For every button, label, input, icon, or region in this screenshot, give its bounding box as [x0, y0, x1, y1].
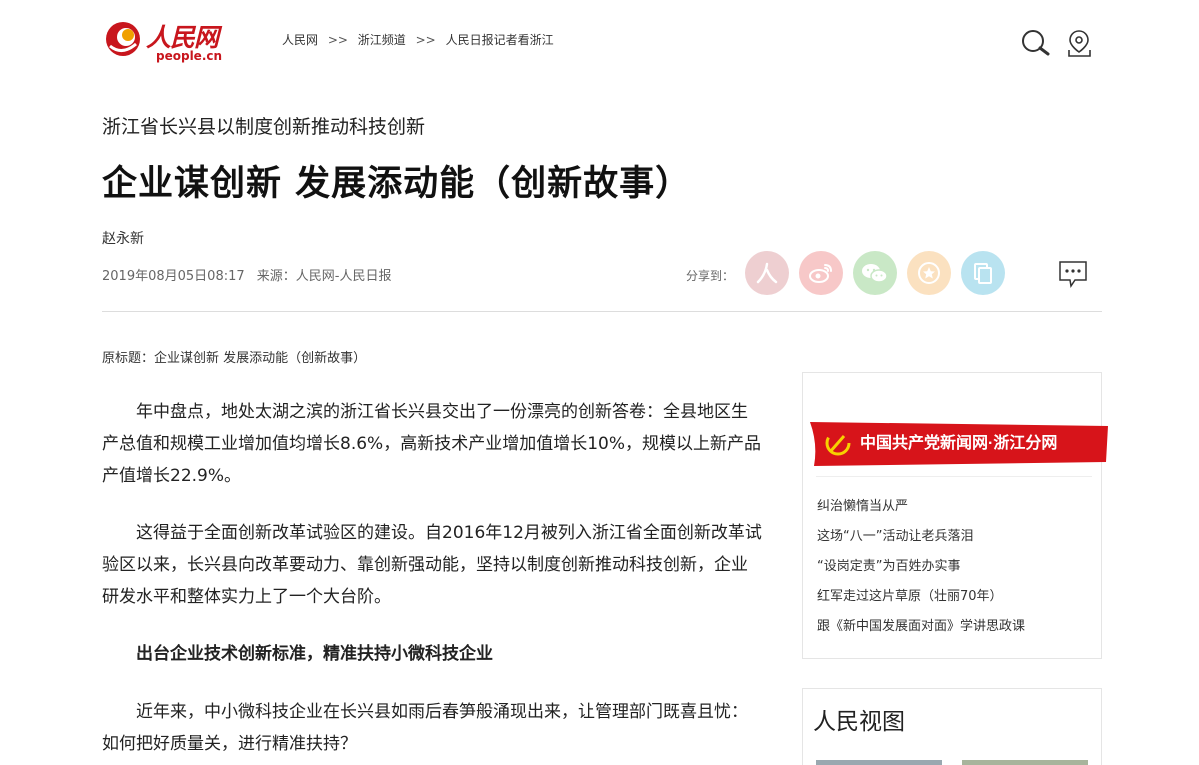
- article-author: 赵永新: [102, 231, 144, 247]
- original-title: 原标题：企业谋创新 发展添动能（创新故事）: [102, 351, 367, 366]
- breadcrumb-item-reporter[interactable]: 人民日报记者看浙江: [446, 31, 554, 48]
- breadcrumb-item-zhejiang[interactable]: 浙江频道: [358, 31, 406, 48]
- header: 人民网 people.cn 人民网 >> 浙江频道 >> 人民日报记者看浙江: [0, 0, 1199, 80]
- photo-thumbnail[interactable]: [962, 760, 1088, 765]
- logo-text-en: people.cn: [156, 49, 223, 63]
- sidebar-link[interactable]: 纠治懒惰当从严: [817, 497, 1025, 527]
- article-meta: 2019年08月05日08:17 来源：人民网-人民日报: [102, 265, 399, 284]
- sidebar-divider: [816, 476, 1092, 477]
- article-subtitle: 浙江省长兴县以制度创新推动科技创新: [102, 116, 426, 138]
- share-favorite-button[interactable]: [907, 251, 951, 295]
- article-paragraph: 这得益于全面创新改革试验区的建设。自2016年12月被列入浙江省全面创新改革试验…: [102, 523, 762, 607]
- sidebar-link[interactable]: 红军走过这片草原（壮丽70年）: [817, 587, 1025, 617]
- location-icon[interactable]: [1066, 28, 1096, 58]
- search-icon[interactable]: [1020, 28, 1050, 58]
- share-weibo-button[interactable]: [799, 251, 843, 295]
- breadcrumb-item-people[interactable]: 人民网: [282, 31, 318, 48]
- article-paragraph: 近年来，中小微科技企业在长兴县如雨后春笋般涌现出来，让管理部门既喜且忧：如何把好…: [102, 702, 748, 754]
- comment-icon[interactable]: [1058, 260, 1088, 288]
- article-section-heading: 出台企业技术创新标准，精准扶持小微科技企业: [136, 644, 493, 664]
- sidebar-link-list: 纠治懒惰当从严 这场“八一”活动让老兵落泪 “设岗定责”为百姓办实事 红军走过这…: [817, 497, 1025, 647]
- article-title: 企业谋创新 发展添动能（创新故事）: [102, 164, 692, 204]
- article-source[interactable]: 来源：人民网-人民日报: [257, 269, 392, 284]
- party-news-banner[interactable]: 中国共产党新闻网·浙江分网: [808, 416, 1108, 470]
- weibo-icon: [809, 264, 832, 283]
- people-icon: [756, 262, 778, 284]
- breadcrumb-separator: >>: [415, 33, 436, 47]
- sidebar-link[interactable]: “设岗定责”为百姓办实事: [817, 557, 1025, 587]
- header-divider: [102, 311, 1102, 312]
- sidebar-photo-title: 人民视图: [813, 709, 905, 735]
- sidebar-link[interactable]: 这场“八一”活动让老兵落泪: [817, 527, 1025, 557]
- article-datetime: 2019年08月05日08:17: [102, 269, 245, 284]
- star-icon: [918, 262, 940, 284]
- logo-mark-icon: [106, 22, 140, 56]
- share-people-button[interactable]: [745, 251, 789, 295]
- breadcrumb: 人民网 >> 浙江频道 >> 人民日报记者看浙江: [282, 31, 554, 48]
- share-label: 分享到：: [686, 269, 735, 283]
- sidebar-link[interactable]: 跟《新中国发展面对面》学讲思政课: [817, 617, 1025, 647]
- photo-thumbnail[interactable]: [816, 760, 942, 765]
- copy-icon: [974, 263, 992, 284]
- people-cn-logo[interactable]: 人民网 people.cn: [104, 18, 224, 64]
- share-copy-button[interactable]: [961, 251, 1005, 295]
- article-paragraph: 年中盘点，地处太湖之滨的浙江省长兴县交出了一份漂亮的创新答卷：全县地区生产总值和…: [102, 402, 761, 486]
- breadcrumb-separator: >>: [327, 33, 348, 47]
- party-banner-text: 中国共产党新闻网·浙江分网: [860, 433, 1057, 452]
- share-wechat-button[interactable]: [853, 251, 897, 295]
- wechat-icon: [862, 264, 888, 283]
